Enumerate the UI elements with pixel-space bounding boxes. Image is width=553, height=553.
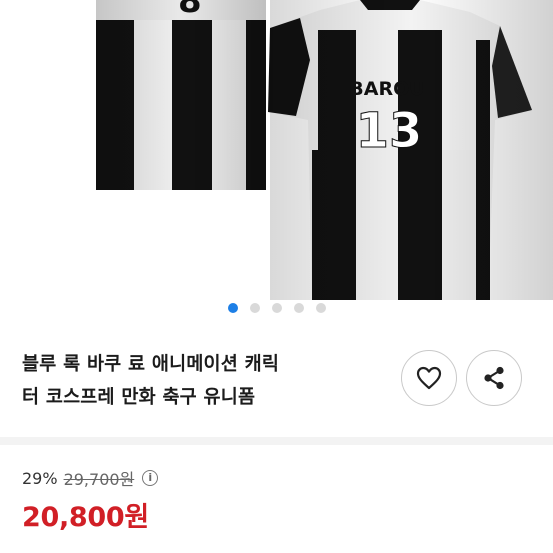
original-price: 29,700원 xyxy=(63,470,135,489)
carousel-dot[interactable] xyxy=(249,302,260,313)
price-info-row: 29% 29,700원 i xyxy=(22,466,159,490)
product-title-line: 터 코스프레 만화 축구 유니폼 xyxy=(22,387,256,408)
discount-percent: 29% xyxy=(22,468,58,488)
carousel-dot[interactable] xyxy=(315,302,326,313)
heart-icon xyxy=(416,366,442,390)
jersey-name: BAROU xyxy=(349,78,424,100)
front-jersey: 8 xyxy=(96,0,266,190)
share-button[interactable] xyxy=(466,350,522,406)
carousel-dot-active[interactable] xyxy=(227,302,238,313)
carousel-dot[interactable] xyxy=(271,302,282,313)
carousel-pagination xyxy=(0,297,553,313)
sale-price: 20,800원 xyxy=(22,502,149,533)
carousel-dot[interactable] xyxy=(293,302,304,313)
back-jersey: BAROU 13 xyxy=(268,0,553,300)
jersey-image: 8 BAROU 13 xyxy=(96,0,553,300)
share-icon xyxy=(484,366,504,390)
front-jersey-number: 8 xyxy=(178,0,202,21)
product-title-line: 블루 록 바쿠 료 애니메이션 캐릭 xyxy=(22,354,280,375)
product-image-carousel[interactable]: 8 BAROU 13 xyxy=(0,0,553,330)
jersey-number: 13 xyxy=(356,103,423,159)
section-divider xyxy=(0,437,553,445)
product-title: 블루 록 바쿠 료 애니메이션 캐릭 터 코스프레 만화 축구 유니폼 xyxy=(22,348,382,414)
like-button[interactable] xyxy=(401,350,457,406)
info-icon[interactable]: i xyxy=(142,470,159,486)
